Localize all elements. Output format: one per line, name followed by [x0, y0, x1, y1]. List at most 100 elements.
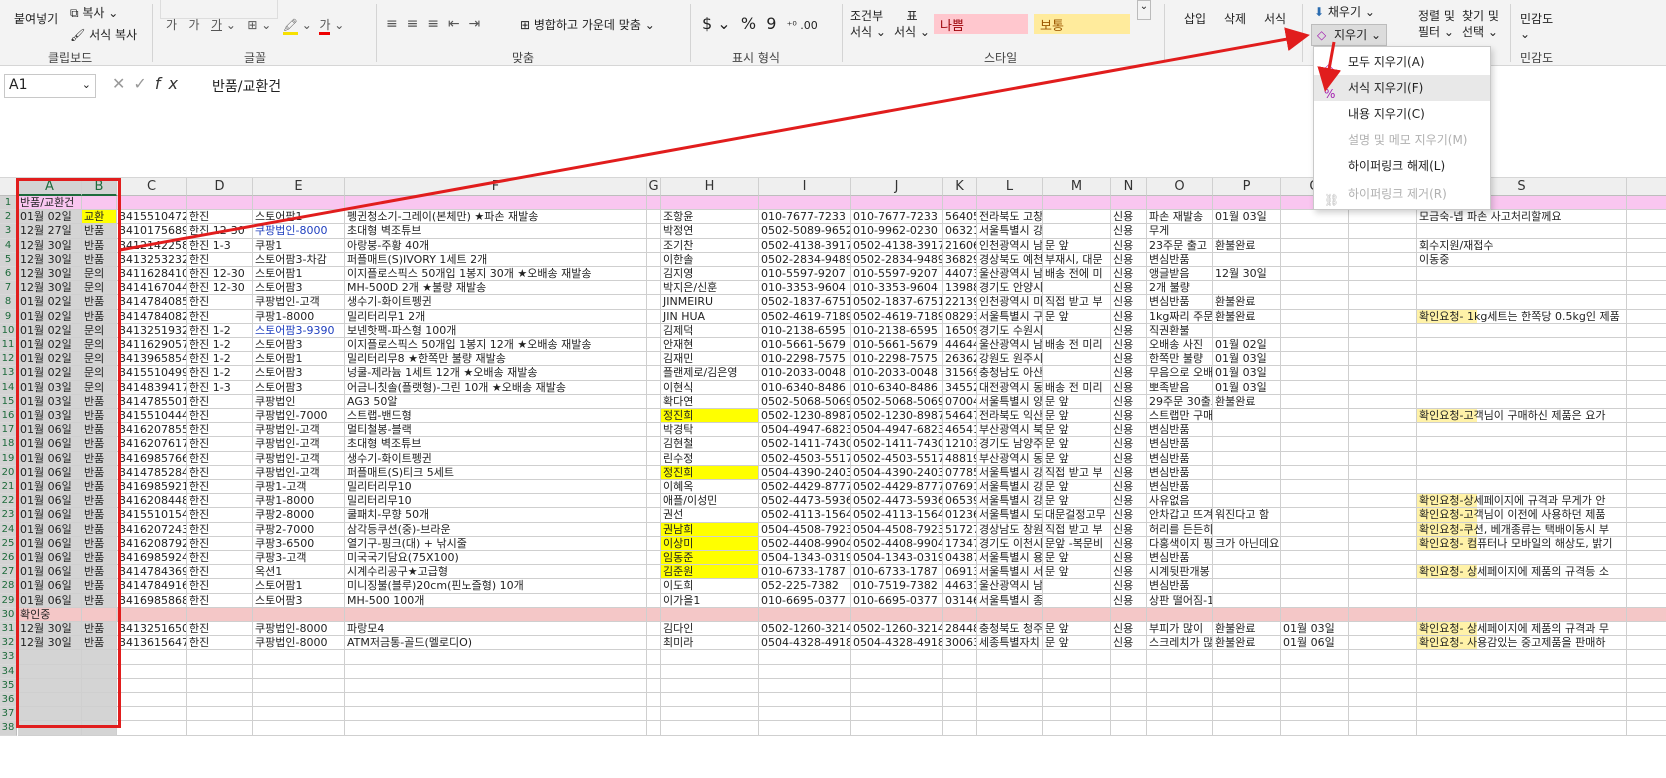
cell-Q2[interactable]: [1281, 210, 1349, 225]
cell-C27[interactable]: 34147843692: [117, 565, 187, 580]
cell-D26[interactable]: 한진: [187, 551, 253, 566]
cell-D25[interactable]: 한진: [187, 536, 253, 551]
cell-B2[interactable]: 교환: [82, 210, 117, 225]
cell-D13[interactable]: 한진 1-2: [187, 366, 253, 381]
row-header-38[interactable]: 38: [0, 721, 17, 736]
cell-J24[interactable]: 0504-4508-7923: [851, 522, 943, 537]
style-bad[interactable]: 나쁨: [934, 14, 1028, 34]
cell-K15[interactable]: 07004: [943, 394, 977, 409]
row-header-16[interactable]: 16: [0, 409, 17, 424]
cell-K8[interactable]: 22139: [943, 295, 977, 310]
cell-I13[interactable]: 010-2033-0048: [759, 366, 851, 381]
cell-N34[interactable]: [1111, 664, 1147, 679]
cell-Q15[interactable]: [1281, 394, 1349, 409]
row-header-24[interactable]: 24: [0, 522, 17, 537]
cell-N17[interactable]: 신용: [1111, 423, 1147, 438]
cell-E24[interactable]: 쿠팡2-7000: [253, 522, 345, 537]
cell-E12[interactable]: 스토어팜1: [253, 352, 345, 367]
cell-A2[interactable]: 01월 02일: [18, 210, 82, 225]
cell-T13[interactable]: [1627, 366, 1666, 381]
cell-O26[interactable]: 변심반품: [1147, 551, 1213, 566]
cell-I2[interactable]: 010-7677-7233: [759, 210, 851, 225]
cell-M36[interactable]: [1043, 693, 1111, 708]
confirm-icon[interactable]: ✓: [133, 74, 154, 93]
cell-E37[interactable]: [253, 707, 345, 722]
cell-O4[interactable]: 23주문 출고: [1147, 238, 1213, 253]
cell-A1[interactable]: 반품/교환건: [18, 196, 82, 211]
cell-L38[interactable]: [977, 721, 1043, 736]
cell-E35[interactable]: [253, 678, 345, 693]
cell-N4[interactable]: 신용: [1111, 238, 1147, 253]
cell-J32[interactable]: 0504-4328-4918: [851, 636, 943, 651]
cell-R36[interactable]: [1349, 693, 1417, 708]
cell-T6[interactable]: [1627, 267, 1666, 282]
cell-D2[interactable]: 한진: [187, 210, 253, 225]
cell-M26[interactable]: 문 앞: [1043, 551, 1111, 566]
cell-H32[interactable]: 최미라: [661, 636, 759, 651]
cell-I11[interactable]: 010-5661-5679: [759, 338, 851, 353]
cell-J30[interactable]: [851, 607, 943, 622]
cell-Q34[interactable]: [1281, 664, 1349, 679]
cell-P30[interactable]: [1213, 607, 1281, 622]
cell-B18[interactable]: 반품: [82, 437, 117, 452]
cell-C13[interactable]: 34155104991: [117, 366, 187, 381]
cell-K14[interactable]: 34552: [943, 380, 977, 395]
cell-C36[interactable]: [117, 693, 187, 708]
cell-H18[interactable]: 김현철: [661, 437, 759, 452]
cell-S16[interactable]: 확인요청-고객님이 구매하신 제품은 요가: [1417, 409, 1627, 424]
cell-K30[interactable]: [943, 607, 977, 622]
cell-R17[interactable]: [1349, 423, 1417, 438]
cell-F32[interactable]: ATM저금통-골드(멜로디O): [345, 636, 647, 651]
cell-C4[interactable]: 34121422586: [117, 238, 187, 253]
fill-button[interactable]: ⬇ 채우기 ⌄: [1314, 3, 1375, 20]
cell-R37[interactable]: [1349, 707, 1417, 722]
row-header-3[interactable]: 3: [0, 224, 17, 239]
cell-N37[interactable]: [1111, 707, 1147, 722]
cell-O10[interactable]: 직권환불: [1147, 323, 1213, 338]
cell-F25[interactable]: 열기구-핑크(대) + 낚시줄: [345, 536, 647, 551]
cell-G23[interactable]: [647, 508, 661, 523]
cell-F10[interactable]: 보넨핫팩-파스형 100개: [345, 323, 647, 338]
cell-F17[interactable]: 멀티철봉-블랙: [345, 423, 647, 438]
cell-D15[interactable]: 한진: [187, 394, 253, 409]
cell-J18[interactable]: 0502-1411-7430: [851, 437, 943, 452]
cell-A8[interactable]: 01월 02일: [18, 295, 82, 310]
cell-E10[interactable]: 스토어팜3-9390: [253, 323, 345, 338]
cell-A13[interactable]: 01월 02일: [18, 366, 82, 381]
cell-H29[interactable]: 이가을1: [661, 593, 759, 608]
cell-Q27[interactable]: [1281, 565, 1349, 580]
cell-E32[interactable]: 쿠팡법인-8000: [253, 636, 345, 651]
column-header-F[interactable]: F: [345, 178, 647, 196]
cell-O33[interactable]: [1147, 650, 1213, 665]
cell-F20[interactable]: 퍼플매트(S)티크 5세트: [345, 465, 647, 480]
cell-N31[interactable]: 신용: [1111, 622, 1147, 637]
cell-D23[interactable]: 한진: [187, 508, 253, 523]
cell-M12[interactable]: [1043, 352, 1111, 367]
cell-R2[interactable]: [1349, 210, 1417, 225]
cell-O31[interactable]: 부피가 많이: [1147, 622, 1213, 637]
cell-S4[interactable]: 회수지원/재접수: [1417, 238, 1627, 253]
cell-B4[interactable]: 반품: [82, 238, 117, 253]
cell-I18[interactable]: 0502-1411-7430: [759, 437, 851, 452]
table-format-button[interactable]: 표 서식 ⌄: [894, 8, 930, 40]
cell-K25[interactable]: 17347: [943, 536, 977, 551]
cell-I26[interactable]: 0504-1343-0319: [759, 551, 851, 566]
cell-D35[interactable]: [187, 678, 253, 693]
cell-A26[interactable]: 01월 06일: [18, 551, 82, 566]
cell-D27[interactable]: 한진: [187, 565, 253, 580]
cell-J34[interactable]: [851, 664, 943, 679]
cell-O2[interactable]: 파손 재발송: [1147, 210, 1213, 225]
cell-M1[interactable]: [1043, 196, 1111, 211]
row-header-9[interactable]: 9: [0, 309, 17, 324]
cell-B8[interactable]: 반품: [82, 295, 117, 310]
column-header-M[interactable]: M: [1043, 178, 1111, 196]
cell-K17[interactable]: 46541: [943, 423, 977, 438]
cell-C35[interactable]: [117, 678, 187, 693]
cell-F30[interactable]: [345, 607, 647, 622]
conditional-format-button[interactable]: 조건부 서식 ⌄: [850, 8, 886, 40]
cell-F14[interactable]: 어금니칫솔(플랫형)-그린 10개 ★오배송 재발송: [345, 380, 647, 395]
cell-O22[interactable]: 사유없음: [1147, 494, 1213, 509]
cell-B31[interactable]: 반품: [82, 622, 117, 637]
cell-K36[interactable]: [943, 693, 977, 708]
worksheet[interactable]: ABCDEFGHIJKLMNOPQRST1반품/교환건201월 02일교환341…: [0, 178, 1666, 778]
